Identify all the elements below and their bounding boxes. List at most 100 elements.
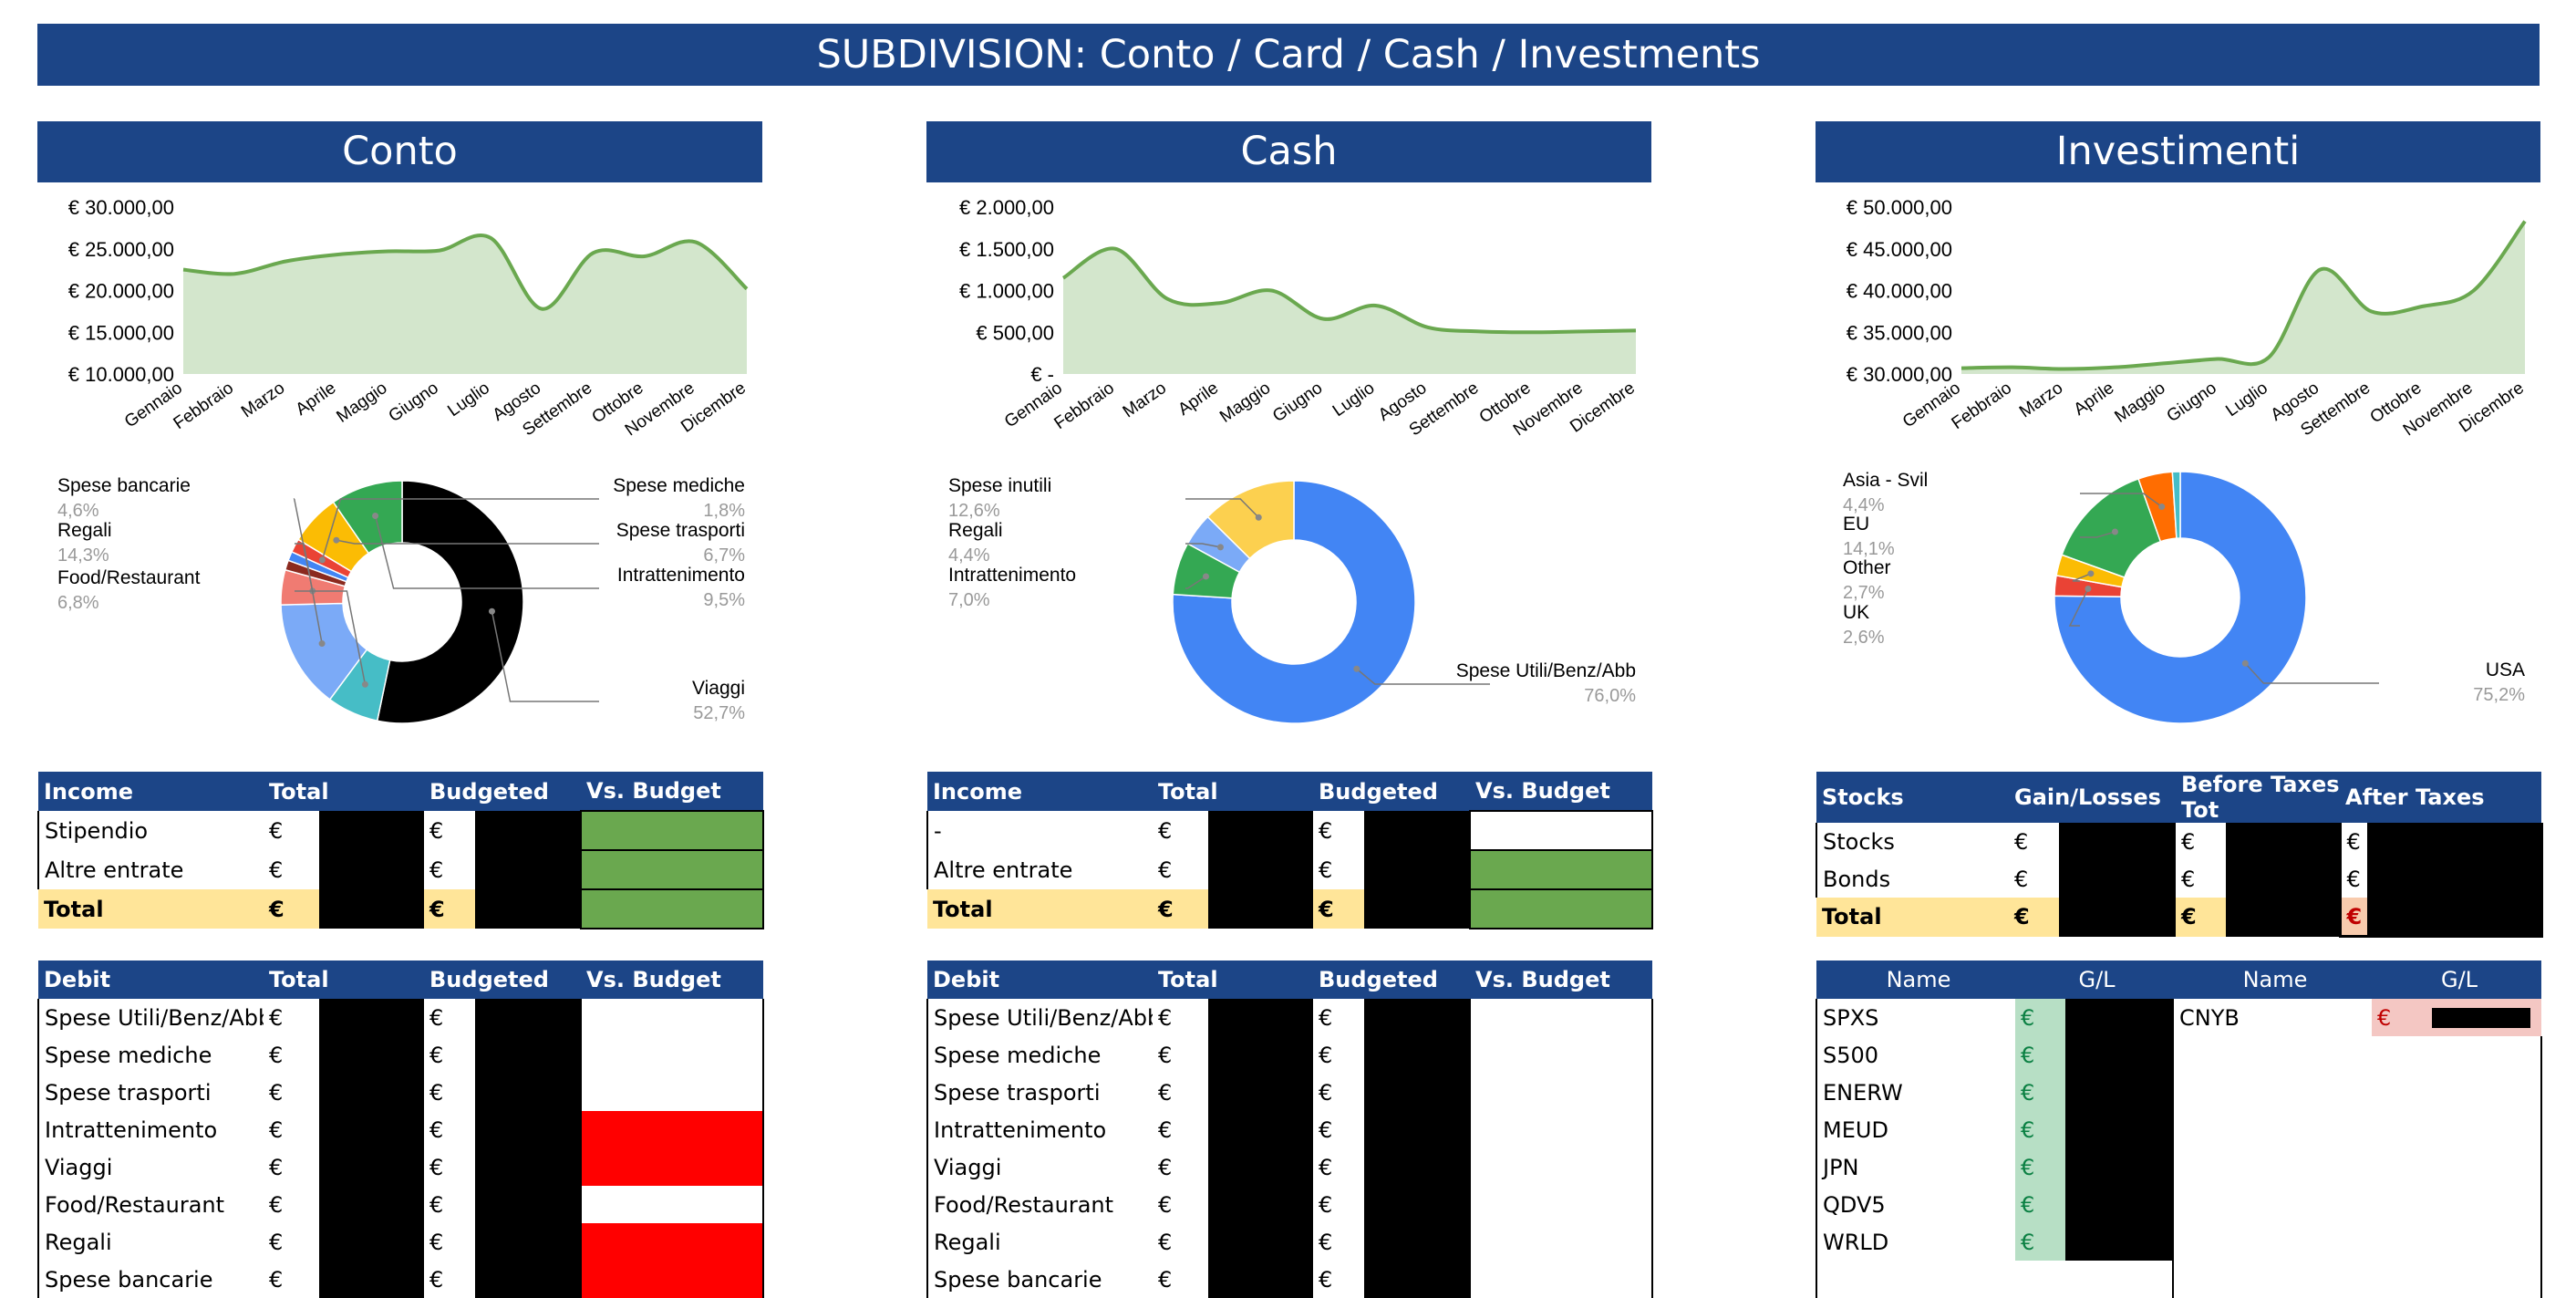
euro-sign: €	[2338, 860, 2368, 898]
y-tick-label: € 10.000,00	[68, 363, 174, 386]
conto-donut-chart: Spese bancarie 4,6%Regali 14,3%Food/Restau…	[57, 475, 745, 724]
redacted-value	[2226, 898, 2341, 937]
col-header-income: Income	[38, 772, 264, 811]
slice-percent: 52,7%	[693, 703, 745, 723]
col-header-name: Name	[2173, 961, 2372, 999]
budget-status-none	[1469, 1036, 1654, 1074]
col-header-budgeted: Budgeted	[424, 772, 582, 811]
budget-status-none	[1469, 1148, 1654, 1186]
redacted-value	[319, 850, 425, 889]
redacted-value	[1208, 1036, 1314, 1074]
row-label: Intrattenimento	[926, 1111, 1153, 1148]
row-label: Viaggi	[37, 1148, 264, 1186]
row-label: -	[926, 811, 1153, 850]
slice-label: Viaggi	[692, 678, 745, 699]
row-label: Spese Utili/Benz/Abb	[926, 999, 1153, 1036]
y-tick-label: € 25.000,00	[68, 238, 174, 261]
euro-sign: €	[429, 857, 444, 883]
table-row: Spese Utili/Benz/Abb € €	[37, 999, 765, 1036]
y-tick-label: € 40.000,00	[1847, 280, 1952, 303]
slice-percent: 2,7%	[1843, 583, 1885, 603]
euro-sign: €	[1319, 1191, 1333, 1218]
euro-sign: €	[2014, 828, 2029, 855]
euro-sign: €	[1158, 1079, 1173, 1106]
row-label: Stipendio	[37, 811, 264, 850]
row-label: Spese trasporti	[926, 1074, 1153, 1111]
investimenti-area-chart: € 50.000,00 € 45.000,00 € 40.000,00 € 35.00…	[1847, 196, 2528, 440]
redacted-value	[1208, 1111, 1314, 1148]
cash-income-table: Income Total Budgeted Vs. Budget - € € A…	[926, 772, 1654, 929]
euro-sign: €	[2015, 1223, 2065, 1261]
budget-status-none	[1469, 1111, 1654, 1148]
y-tick-label: € 500,00	[976, 321, 1054, 344]
redacted-value	[475, 889, 582, 929]
budget-status-over	[580, 1148, 765, 1186]
euro-sign: €	[1153, 889, 1208, 929]
position-name: SPXS	[1816, 999, 2015, 1036]
table-row: Spese trasporti € €	[926, 1074, 1654, 1111]
col-header-after-taxes: After Taxes	[2340, 772, 2542, 823]
leader-dot	[2158, 504, 2166, 511]
col-header-budgeted: Budgeted	[1313, 961, 1471, 999]
slice-label: Intrattenimento	[617, 565, 745, 586]
table-row: QDV5 €	[1816, 1186, 2542, 1223]
slice-label: EU	[1843, 514, 1869, 535]
redacted-value	[1364, 811, 1471, 850]
series-area	[1961, 221, 2525, 374]
budget-status-over	[580, 1261, 765, 1298]
col-header-debit: Debit	[927, 961, 1153, 999]
euro-sign: €	[2014, 866, 2029, 892]
redacted-value	[2226, 823, 2341, 860]
euro-sign: €	[269, 817, 284, 844]
col-header-total: Total	[1153, 772, 1314, 811]
euro-sign: €	[424, 889, 476, 929]
row-label: Regali	[926, 1223, 1153, 1261]
euro-sign: €	[2372, 999, 2426, 1036]
slice-percent: 76,0%	[1584, 686, 1636, 706]
budget-status-none	[1469, 1261, 1654, 1298]
euro-sign: €	[1158, 1154, 1173, 1180]
col-header-name: Name	[1816, 961, 2015, 999]
redacted-value	[2226, 860, 2341, 898]
euro-sign: €	[1158, 1229, 1173, 1255]
euro-sign: €	[1319, 1154, 1333, 1180]
euro-sign: €	[269, 1154, 284, 1180]
leader-dot	[318, 556, 326, 564]
table-row: Spese trasporti € €	[37, 1074, 765, 1111]
row-label: Stocks	[1816, 823, 2009, 860]
position-name: CNYB	[2172, 999, 2372, 1036]
redacted-value	[2065, 1186, 2172, 1223]
euro-sign: €	[429, 1229, 444, 1255]
redacted-value	[1208, 1223, 1314, 1261]
redacted-value	[319, 1148, 425, 1186]
position-name: JPN	[1816, 1148, 2015, 1186]
euro-sign: €	[1319, 1042, 1333, 1068]
total-row: Total € €	[927, 888, 1654, 929]
row-label: Intrattenimento	[37, 1111, 264, 1148]
redacted-value	[475, 811, 582, 850]
row-label: Spese bancarie	[37, 1261, 264, 1298]
redacted-value	[2065, 1074, 2172, 1111]
table-row: SPXS € CNYB €	[1816, 999, 2541, 1036]
budget-status-none	[580, 1036, 765, 1074]
slice-label: Spese bancarie	[57, 475, 191, 496]
col-header-stocks: Stocks	[1816, 772, 2009, 823]
y-tick-label: € 20.000,00	[68, 280, 174, 303]
x-tick-label: Maggio	[1216, 379, 1274, 427]
budget-status-empty	[1469, 810, 1654, 851]
euro-sign: €	[1319, 857, 1333, 883]
euro-sign: €	[1158, 857, 1173, 883]
euro-sign: €	[1319, 817, 1333, 844]
x-tick-label: Luglio	[444, 379, 493, 421]
slice-label: Food/Restaurant	[57, 567, 201, 588]
dashboard-title: SUBDIVISION: Conto / Card / Cash / Inves…	[37, 24, 2540, 86]
slice-percent: 2,6%	[1843, 628, 1885, 648]
redacted-value	[319, 999, 425, 1036]
table-row: Altre entrate € €	[926, 849, 1654, 890]
budget-status-ok	[1469, 849, 1654, 890]
table-row	[1816, 1261, 2542, 1298]
y-tick-label: € 30.000,00	[68, 196, 174, 219]
redacted-value	[475, 1261, 582, 1298]
euro-sign: €	[1158, 1191, 1173, 1218]
euro-sign: €	[264, 889, 319, 929]
